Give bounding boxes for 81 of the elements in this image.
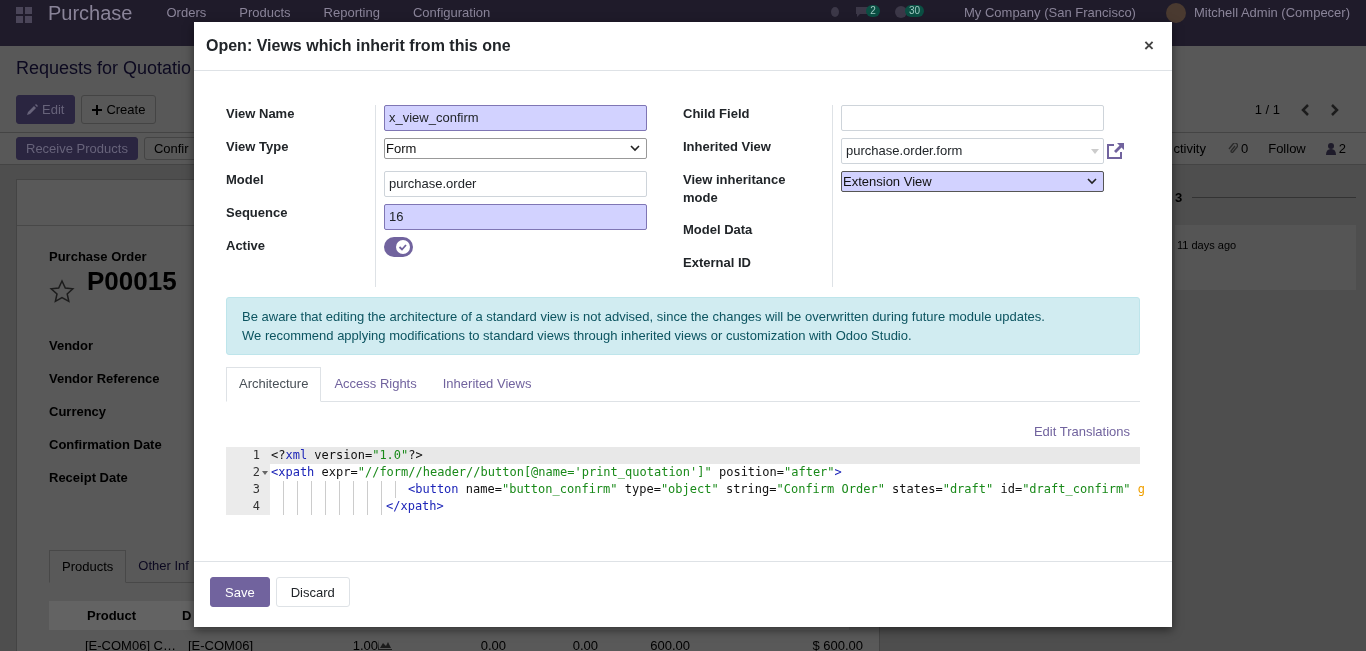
field-label: View Type <box>226 138 290 156</box>
notification-badge: 30 <box>904 5 924 17</box>
tab[interactable]: Inherited Views <box>429 367 545 401</box>
company-switcher[interactable]: My Company (San Francisco) <box>964 5 1136 21</box>
previous-icon[interactable] <box>1300 103 1310 116</box>
field-label: Model <box>226 171 265 189</box>
input-field[interactable]: x_view_confirm <box>384 105 647 131</box>
message-time: 11 days ago <box>1177 239 1237 251</box>
follow-button[interactable]: Follow <box>1268 141 1306 156</box>
table-cell-text: 0.00 <box>479 637 506 651</box>
menu-item[interactable]: Configuration <box>412 5 491 21</box>
notification-badge: 2 <box>866 5 880 17</box>
follower-count: 2 <box>1338 141 1346 156</box>
code-line: <xpath expr="//form//header//button[@name='print_quotation']" position="after"> <box>270 464 843 481</box>
field-label: View inheritance mode <box>683 171 787 207</box>
fold-icon[interactable] <box>262 470 268 475</box>
input-field[interactable]: purchase.order.form <box>841 138 1104 164</box>
alert-text: We recommend applying modifications to standard views through inherited views or customization with Odoo Studio. <box>242 327 913 345</box>
field-label: Currency <box>49 404 107 420</box>
table-cell-text: 600.00 <box>649 637 690 651</box>
line-number: 2 <box>252 464 260 481</box>
toggle-switch[interactable] <box>384 237 413 257</box>
line-number: 3 <box>252 481 260 498</box>
table-cell-text: $ 600.00 <box>811 637 863 651</box>
field-label: Confirmation Date <box>49 437 162 453</box>
field-label: Sequence <box>226 204 289 222</box>
select-field[interactable]: Extension View <box>841 171 1104 192</box>
line-number: 4 <box>252 498 260 515</box>
attachment-count: 0 <box>1240 141 1249 156</box>
alert-text: Be aware that editing the architecture of a standard view is not advised, since the changes will be overwritten during future module updates. <box>242 308 1046 326</box>
field-label: View Name <box>226 105 296 123</box>
pencil-icon <box>27 104 38 115</box>
chevron-down-icon <box>630 145 640 152</box>
input-field[interactable] <box>841 105 1104 131</box>
table-cell-text: 0.00 <box>571 637 598 651</box>
field-label: Vendor <box>49 338 94 354</box>
pager-counter: 1 / 1 <box>1254 102 1280 117</box>
table-cell-text: 1.00 <box>351 637 378 651</box>
line-number: 1 <box>252 447 260 464</box>
action-button[interactable]: Receive Products <box>16 137 138 160</box>
record-name: P00015 <box>87 267 177 295</box>
input-field[interactable]: 16 <box>384 204 647 230</box>
select-field[interactable]: Form <box>384 138 647 159</box>
toolbar-button[interactable]: Edit <box>16 95 76 124</box>
user-avatar <box>1165 3 1186 23</box>
field-label: Vendor Reference <box>49 371 160 387</box>
caret-icon <box>1091 148 1099 154</box>
column-header[interactable]: Product <box>85 608 180 623</box>
tab[interactable]: Architecture <box>226 367 322 402</box>
close-button[interactable]: × <box>1138 36 1160 56</box>
next-icon[interactable] <box>1330 103 1340 116</box>
apps-menu-icon[interactable] <box>16 7 32 23</box>
menu-item[interactable]: Reporting <box>323 5 380 21</box>
record-type-label: Purchase Order <box>49 249 147 264</box>
user-menu[interactable]: Mitchell Admin (Compecer) <box>1193 5 1350 21</box>
external-link-icon[interactable] <box>1106 142 1126 160</box>
menu-item[interactable]: Orders <box>166 5 207 21</box>
field-label: Inherited View <box>683 138 772 156</box>
edit-translations-link[interactable]: Edit Translations <box>1033 424 1130 439</box>
paperclip-icon[interactable] <box>1227 142 1238 155</box>
field-label: Child Field <box>683 105 751 123</box>
app-name: Purchase <box>48 2 133 25</box>
chevron-down-icon <box>1087 178 1097 185</box>
toolbar-button[interactable]: Create <box>81 95 157 124</box>
field-label: Active <box>226 237 267 255</box>
date-separator: 3 <box>1175 190 1183 205</box>
menu-item[interactable]: Products <box>239 5 291 21</box>
star-icon[interactable] <box>49 279 75 305</box>
user-icon[interactable] <box>1325 142 1336 155</box>
field-label: External ID <box>683 254 752 272</box>
notebook-tab[interactable]: Products <box>49 550 127 583</box>
activity-link[interactable]: ctivity <box>1173 141 1206 156</box>
field-label: Receipt Date <box>49 470 128 486</box>
field-label: Model Data <box>683 221 754 239</box>
dialog-button[interactable]: Save <box>210 577 270 607</box>
chat-icon[interactable] <box>855 5 870 18</box>
tab[interactable]: Access Rights <box>321 367 430 401</box>
plus-icon <box>92 104 103 115</box>
input-field[interactable]: purchase.order <box>384 171 647 197</box>
dialog-button[interactable]: Discard <box>275 577 350 607</box>
dialog-title: Open: Views which inherit from this one <box>206 37 511 55</box>
